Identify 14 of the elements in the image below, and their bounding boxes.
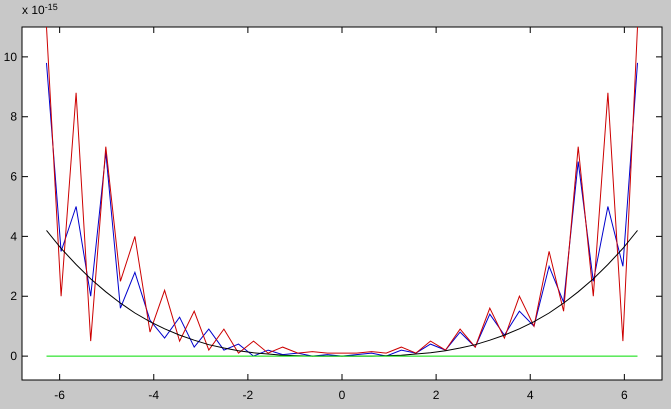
x-tick-label: -2 (242, 388, 254, 402)
x-tick-label: 0 (338, 388, 346, 402)
y-tick-label: 10 (4, 50, 17, 64)
y-tick-label: 0 (10, 349, 17, 364)
axis-exponent: x 10$^{-15}$ (22, 4, 58, 16)
x-tick-label: 4 (526, 388, 534, 402)
x-tick-label: -6 (54, 388, 65, 402)
y-tick-label: 6 (10, 170, 17, 184)
x-tick-label: 6 (621, 388, 628, 402)
y-tick-label: 8 (10, 110, 17, 124)
x-tick-label: 2 (432, 388, 440, 402)
y-tick-label: 4 (10, 229, 17, 244)
x-tick-label: -4 (148, 388, 160, 402)
y-tick-label: 2 (10, 289, 17, 304)
